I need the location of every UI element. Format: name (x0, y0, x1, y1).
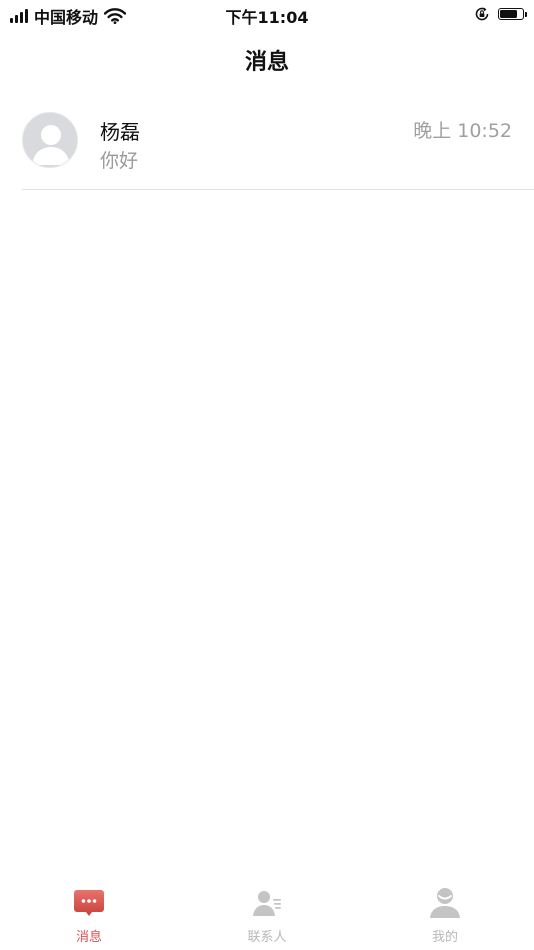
battery-icon (498, 8, 527, 20)
status-bar: 中国移动 下午11:04 (0, 0, 534, 30)
conversation-preview: 你好 (100, 150, 139, 172)
battery-level (500, 10, 517, 18)
default-avatar-icon (22, 112, 78, 168)
tab-bar: 消息 联系人 我的 (0, 878, 534, 950)
list-divider (22, 189, 534, 190)
tab-messages-label: 消息 (75, 930, 102, 945)
tab-contacts[interactable]: 联系人 (178, 878, 356, 950)
app-screen: 中国移动 下午11:04 消息 杨磊 你好 晚上 10:52 消息 联系人 我的 (0, 0, 534, 950)
tab-profile[interactable]: 我的 (356, 878, 534, 950)
page-title: 消息 (244, 50, 289, 75)
chat-bubble-icon (74, 890, 104, 916)
conversation-item[interactable]: 杨磊 你好 晚上 10:52 (0, 100, 534, 190)
profile-icon (430, 888, 460, 918)
contacts-icon (253, 891, 281, 916)
status-right (474, 6, 527, 22)
rotation-lock-icon (475, 7, 489, 21)
tab-contacts-label: 联系人 (247, 930, 287, 945)
conversation-name: 杨磊 (100, 120, 140, 144)
tab-profile-label: 我的 (431, 930, 458, 945)
tab-messages[interactable]: 消息 (0, 878, 178, 950)
conversation-time: 晚上 10:52 (413, 120, 512, 142)
status-time: 下午11:04 (225, 8, 309, 27)
